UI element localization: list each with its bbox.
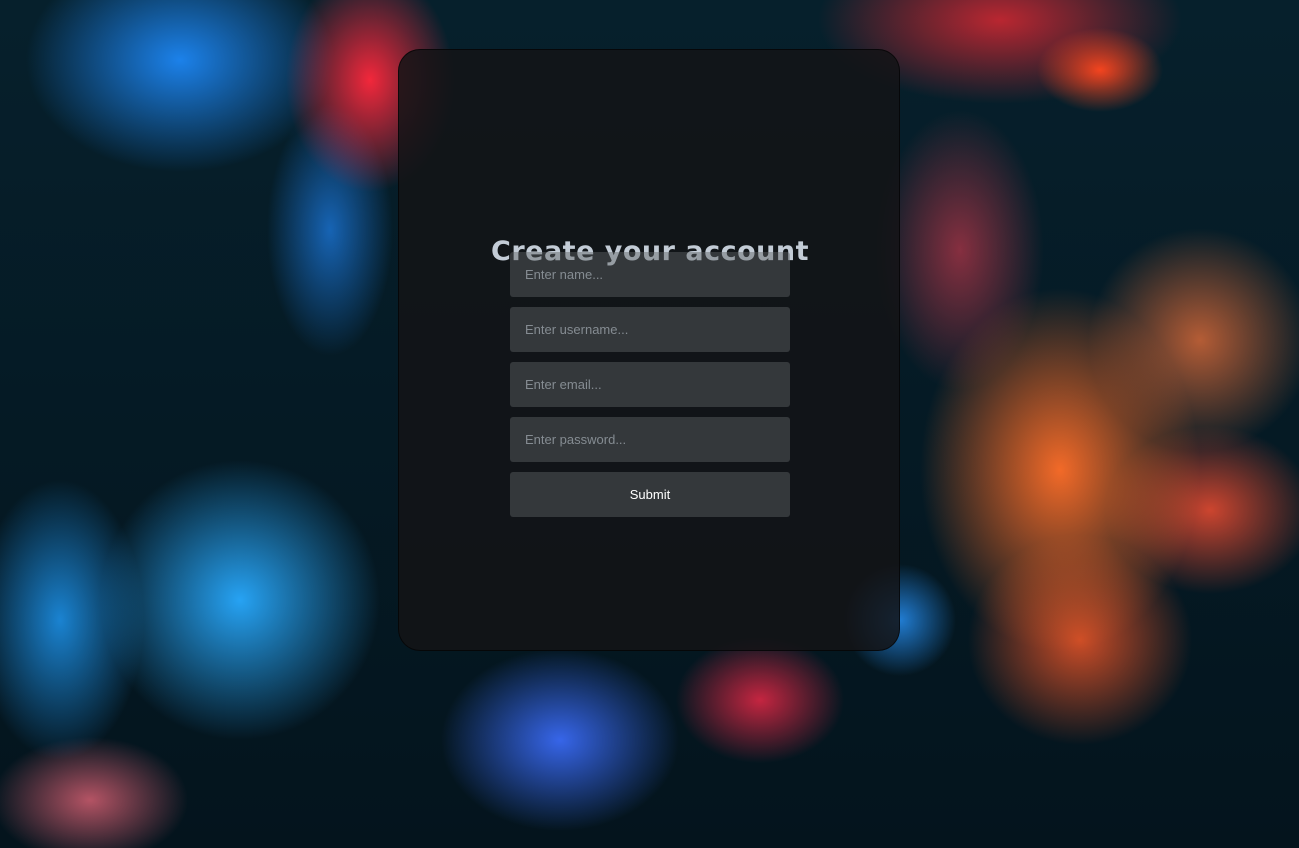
password-input[interactable] [510, 417, 790, 462]
name-input[interactable] [510, 252, 790, 297]
submit-button[interactable]: Submit [510, 472, 790, 517]
username-input[interactable] [510, 307, 790, 352]
email-input[interactable] [510, 362, 790, 407]
signup-card: Create your account Submit [398, 49, 900, 651]
